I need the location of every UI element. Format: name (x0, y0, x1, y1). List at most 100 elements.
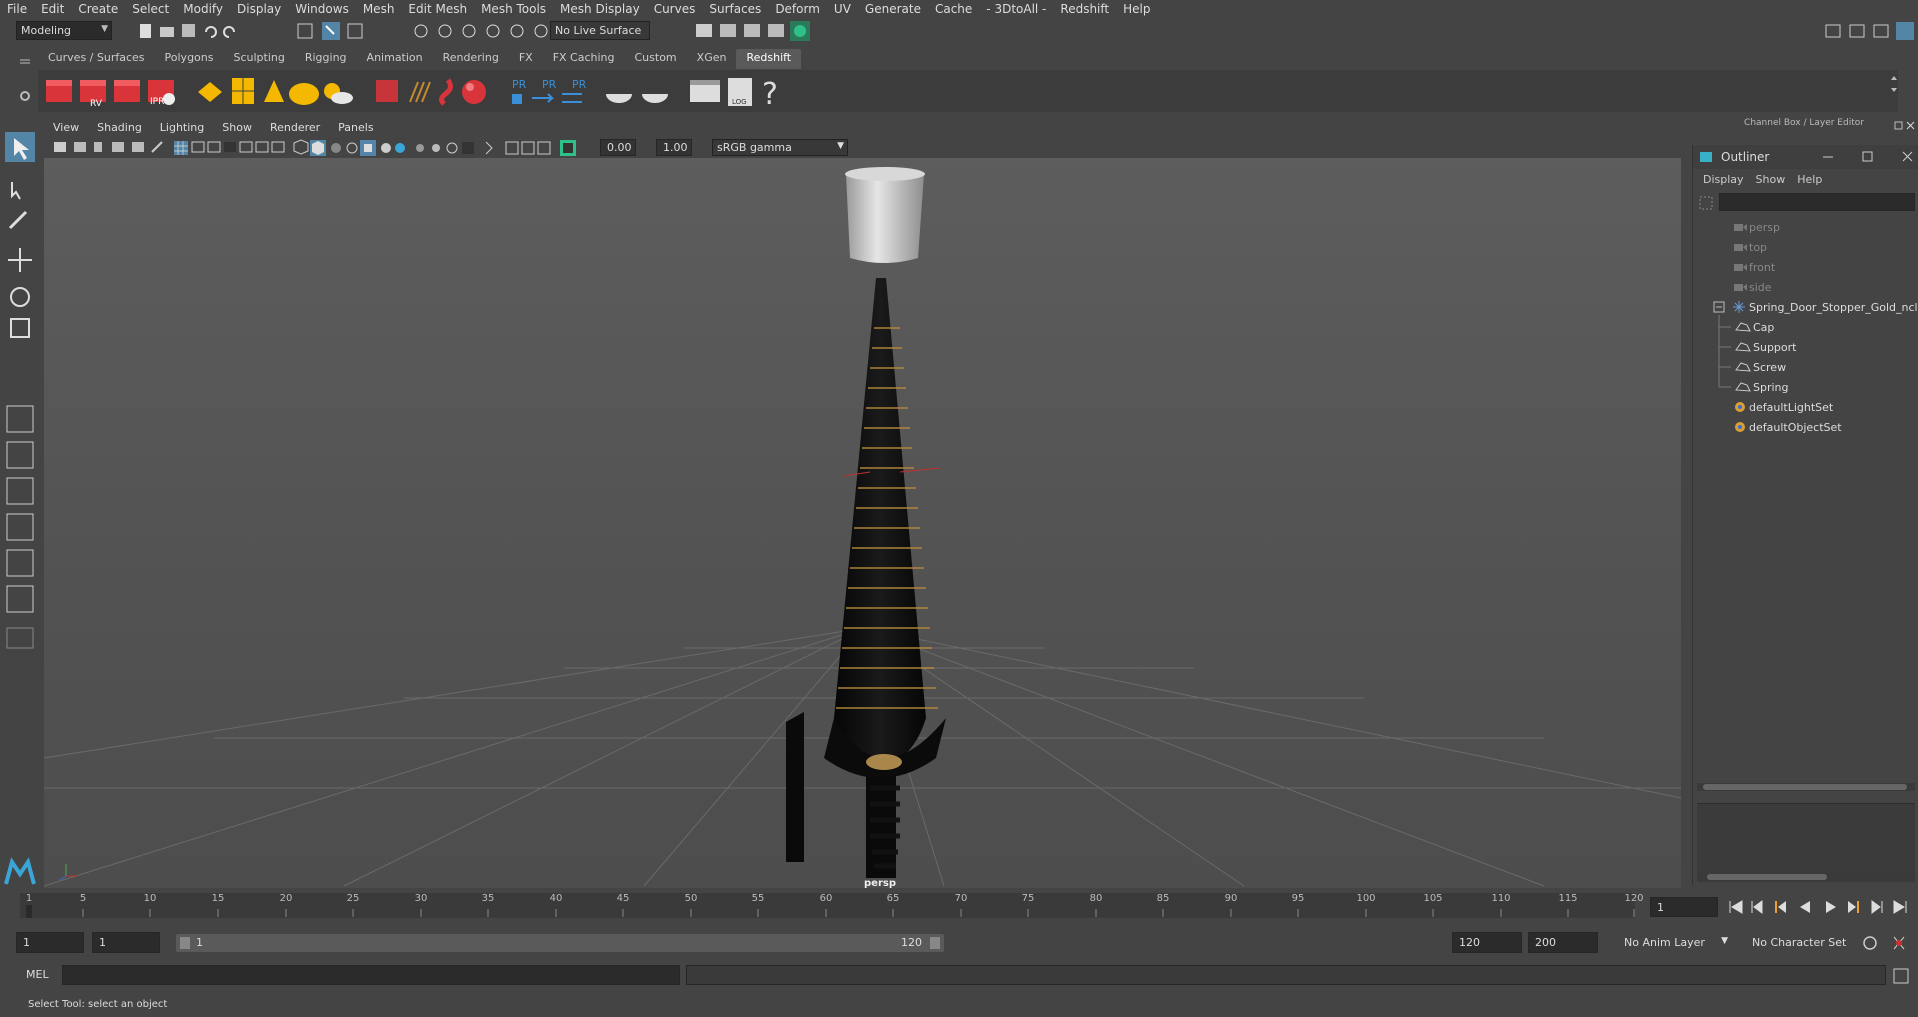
menu-generate[interactable]: Generate (858, 2, 928, 16)
current-frame-marker[interactable] (26, 905, 32, 918)
resolution-gate-icon[interactable] (207, 141, 221, 153)
live-surface-field[interactable]: No Live Surface (550, 21, 650, 40)
persp-outliner-icon[interactable] (6, 513, 34, 541)
help-question-icon[interactable]: ? (762, 77, 778, 110)
spot-light-icon[interactable] (264, 80, 284, 102)
menu-mesh[interactable]: Mesh (356, 2, 402, 16)
pr-import-icon[interactable] (532, 93, 555, 103)
save-scene-icon[interactable] (182, 24, 195, 37)
time-slider[interactable]: 1 5 10 15 20 25 30 35 40 45 50 55 60 65 … (20, 893, 1644, 918)
field-chart-icon[interactable] (239, 141, 253, 153)
bookmark-icon[interactable] (94, 142, 102, 152)
shelf-tab-rendering[interactable]: Rendering (433, 49, 509, 69)
ipr-render-icon[interactable] (744, 24, 760, 37)
menu-mesh-display[interactable]: Mesh Display (553, 2, 647, 16)
float-icon[interactable] (1894, 121, 1903, 130)
menu-windows[interactable]: Windows (288, 2, 356, 16)
isolate-select-icon[interactable] (485, 141, 493, 155)
make-live-icon[interactable] (534, 24, 548, 38)
maximize-icon[interactable] (1862, 151, 1873, 162)
menu-deform[interactable]: Deform (768, 2, 827, 16)
script-language-label[interactable]: MEL (26, 968, 49, 981)
outliner-item-spring[interactable]: Spring (1733, 377, 1789, 397)
menu-modify[interactable]: Modify (176, 2, 230, 16)
viewport-menu-lighting[interactable]: Lighting (151, 121, 213, 134)
animation-preferences-icon[interactable] (1893, 936, 1905, 950)
menu-display[interactable]: Display (230, 2, 288, 16)
safe-title-icon[interactable] (271, 141, 285, 153)
menu-edit[interactable]: Edit (34, 2, 71, 16)
toolbox-more-icon[interactable] (6, 627, 34, 649)
menu-curves[interactable]: Curves (647, 2, 703, 16)
colorspace-dropdown[interactable]: sRGB gamma ▼ (712, 139, 848, 156)
grid-icon[interactable] (174, 141, 188, 155)
mode-selector[interactable]: Modeling ▼ (16, 21, 112, 40)
side-by-side-icon[interactable] (6, 477, 34, 505)
persp-graph-icon[interactable] (6, 549, 34, 577)
character-set-dropdown[interactable]: No Character Set (1748, 932, 1860, 953)
viewport-menu-shading[interactable]: Shading (88, 121, 151, 134)
menu-file[interactable]: File (0, 2, 34, 16)
undo-icon[interactable] (205, 26, 217, 38)
hypershade-icon[interactable] (790, 21, 810, 41)
lock-camera-icon[interactable] (74, 142, 86, 152)
ipr-cube-icon[interactable] (114, 80, 140, 102)
menu-mesh-tools[interactable]: Mesh Tools (474, 2, 553, 16)
perspective-viewport[interactable]: persp (44, 158, 1681, 888)
command-input[interactable] (62, 965, 680, 985)
gamma-field[interactable]: 1.00 (656, 139, 692, 156)
exposure-field[interactable]: 0.00 (600, 139, 636, 156)
paint-select-tool-icon[interactable] (8, 210, 28, 230)
snap-curve-icon[interactable] (438, 24, 452, 38)
outliner-item-cap[interactable]: Cap (1733, 317, 1774, 337)
outliner-search-input[interactable] (1719, 193, 1915, 211)
sphere-material-icon[interactable] (462, 80, 486, 104)
playback-end-field[interactable]: 120 (1452, 932, 1522, 953)
scene-start-field[interactable]: 1 (16, 932, 84, 953)
use-all-lights-icon[interactable] (381, 143, 391, 153)
sun-sky-icon[interactable] (324, 83, 353, 104)
step-forward-key-icon[interactable] (1871, 900, 1883, 914)
viewport-menu-view[interactable]: View (44, 121, 88, 134)
smooth-shade-icon[interactable] (310, 140, 326, 156)
render-settings-icon[interactable] (768, 24, 784, 37)
current-frame-field[interactable]: 1 (1650, 897, 1718, 917)
shelf-tab-polygons[interactable]: Polygons (155, 49, 224, 69)
shelf-tab-custom[interactable]: Custom (625, 49, 687, 69)
outliner-hscroll[interactable] (1697, 783, 1915, 791)
step-back-frame-icon[interactable] (1775, 901, 1786, 913)
select-object-icon[interactable] (322, 22, 340, 40)
step-forward-frame-icon[interactable] (1848, 901, 1859, 913)
grease-pencil-icon[interactable] (151, 141, 163, 153)
shadows-icon[interactable] (395, 143, 405, 153)
camera-icon[interactable] (54, 142, 66, 152)
menu-cache[interactable]: Cache (928, 2, 979, 16)
snap-point-icon[interactable] (462, 24, 476, 38)
shelf-tab-fx-caching[interactable]: FX Caching (543, 49, 625, 69)
new-scene-icon[interactable] (140, 24, 151, 38)
menu-redshift[interactable]: Redshift (1053, 2, 1116, 16)
hair-icon[interactable] (439, 78, 453, 106)
scene-end-field[interactable]: 200 (1528, 932, 1598, 953)
menu-create[interactable]: Create (71, 2, 125, 16)
viewport-menu-renderer[interactable]: Renderer (261, 121, 329, 134)
shelf-tab-xgen[interactable]: XGen (687, 49, 737, 69)
depth-of-field-icon[interactable] (462, 142, 474, 154)
outliner-item-defaultobjectset[interactable]: defaultObjectSet (1733, 417, 1842, 437)
film-gate-icon[interactable] (191, 141, 205, 153)
outliner-menu-display[interactable]: Display (1697, 173, 1750, 186)
anim-layer-dropdown[interactable]: No Anim Layer ▼ (1620, 932, 1730, 953)
outliner-menu-show[interactable]: Show (1750, 173, 1792, 186)
play-backward-icon[interactable] (1800, 901, 1810, 913)
diamond-light-icon[interactable] (198, 82, 222, 102)
viewport-menu-show[interactable]: Show (213, 121, 261, 134)
menu-uv[interactable]: UV (827, 2, 858, 16)
snap-projected-center-icon[interactable] (486, 24, 500, 38)
snap-view-plane-icon[interactable] (510, 24, 524, 38)
area-light-icon[interactable] (232, 78, 254, 104)
playback-start-field[interactable]: 1 (92, 932, 160, 953)
play-forward-icon[interactable] (1826, 901, 1836, 913)
proxy-cube-icon[interactable] (376, 80, 398, 102)
motion-blur-icon[interactable] (432, 144, 440, 152)
dome-light-icon[interactable] (289, 83, 319, 105)
